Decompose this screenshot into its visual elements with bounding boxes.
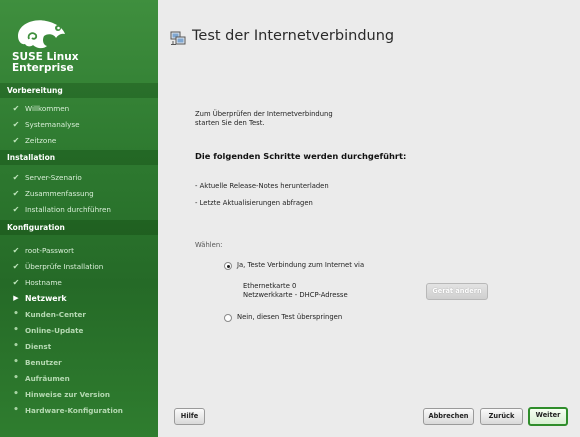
sidebar-step-hostname: ✔ Hostname [0,275,158,290]
next-button[interactable]: Weiter [528,407,568,426]
checkmark-icon: ✔ [12,189,20,198]
sidebar-step-hardware-konfiguration: • Hardware-Konfiguration [0,403,158,418]
back-button-label: Zurück [488,412,515,420]
sidebar-step-label: Hardware-Konfiguration [25,406,123,415]
sidebar-step-server-szenario: ✔ Server-Szenario [0,170,158,185]
sidebar-section-installation: Installation [0,150,158,165]
steps-heading: Die folgenden Schritte werden durchgefüh… [195,151,407,161]
sidebar-step-dienst: • Dienst [0,339,158,354]
sidebar-step-label: Netzwerk [25,294,67,303]
choose-label: Wählen: [195,241,223,249]
sidebar-step-willkommen: ✔ Willkommen [0,101,158,116]
sidebar-section-konfiguration: Konfiguration [0,220,158,235]
dialog-content: Test der Internetverbindung Zum Überprüf… [158,0,580,437]
bullet-icon: • [13,405,19,415]
bullet-icon: • [13,357,19,367]
help-button[interactable]: Hilfe [174,408,205,425]
sidebar-step-kunden-center: • Kunden-Center [0,307,158,322]
sidebar-step-systemanalyse: ✔ Systemanalyse [0,117,158,132]
sidebar-step-label: Online-Update [25,326,84,335]
back-button[interactable]: Zurück [480,408,523,425]
step-release-notes: - Aktuelle Release-Notes herunterladen [195,182,329,190]
sidebar-step-ueberpruefe-installation: ✔ Überprüfe Installation [0,259,158,274]
sidebar-step-label: Überprüfe Installation [25,262,104,271]
bullet-icon: • [13,325,19,335]
sidebar-step-label: Aufräumen [25,374,70,383]
sidebar-step-aufraeumen: • Aufräumen [0,371,158,386]
wizard-sidebar: SUSE Linux Enterprise Vorbereitung ✔ Wil… [0,0,158,437]
option-no-label: Nein, diesen Test überspringen [237,313,343,321]
bullet-icon: • [13,309,19,319]
sidebar-step-benutzer: • Benutzer [0,355,158,370]
option-yes-label: Ja, Teste Verbindung zum Internet via [237,261,365,269]
device-description: Netzwerkkarte - DHCP-Adresse [243,291,348,299]
intro-text-line-1: Zum Überprüfen der Internetverbindung [195,110,333,118]
option-skip-test[interactable]: Nein, diesen Test überspringen [224,313,424,325]
intro-text-line-2: starten Sie den Test. [195,119,265,127]
sidebar-step-installation-durchfuehren: ✔ Installation durchführen [0,202,158,217]
change-device-button[interactable]: Gerät ändern [426,283,488,300]
sidebar-step-root-passwort: ✔ root-Passwort [0,243,158,258]
suse-chameleon-logo [18,20,65,49]
device-name: Ethernetkarte 0 [243,282,297,290]
sidebar-step-label: Willkommen [25,104,70,113]
sidebar-step-label: Dienst [25,342,52,351]
sidebar-step-label: Zeitzone [25,136,57,145]
checkmark-icon: ✔ [12,205,20,214]
change-device-label: Gerät ändern [432,287,482,295]
sidebar-step-label: Kunden-Center [25,310,86,319]
sidebar-step-label: Server-Szenario [25,173,82,182]
step-updates: - Letzte Aktualisierungen abfragen [195,199,313,207]
sidebar-step-online-update: • Online-Update [0,323,158,338]
checkmark-icon: ✔ [12,104,20,113]
sidebar-step-label: Benutzer [25,358,62,367]
sidebar-step-label: Systemanalyse [25,120,80,129]
next-button-label: Weiter [535,411,561,419]
checkmark-icon: ✔ [12,278,20,287]
sidebar-step-netzwerk: ▶ Netzwerk [0,291,158,306]
checkmark-icon: ✔ [12,246,20,255]
sidebar-step-zusammenfassung: ✔ Zusammenfassung [0,186,158,201]
sidebar-step-label: root-Passwort [25,246,74,255]
bullet-icon: • [13,341,19,351]
sidebar-step-zeitzone: ✔ Zeitzone [0,133,158,148]
option-test-connection[interactable]: Ja, Teste Verbindung zum Internet via [224,261,424,273]
sidebar-step-label: Hostname [25,278,62,287]
sidebar-step-label: Zusammenfassung [25,189,94,198]
checkmark-icon: ✔ [12,136,20,145]
bullet-icon: • [13,373,19,383]
checkmark-icon: ✔ [12,120,20,129]
radio-button-unselected[interactable] [224,314,232,322]
bullet-icon: • [13,389,19,399]
radio-button-selected[interactable] [224,262,232,270]
checkmark-icon: ✔ [12,262,20,271]
checkmark-icon: ✔ [12,173,20,182]
abort-button-label: Abbrechen [428,412,469,420]
sidebar-step-label: Hinweise zur Version [25,390,110,399]
dialog-title: Test der Internetverbindung [192,28,395,44]
abort-button[interactable]: Abbrechen [423,408,474,425]
brand-line-2: Enterprise [12,62,74,74]
sidebar-section-vorbereitung: Vorbereitung [0,83,158,98]
network-connection-icon [170,31,186,45]
arrow-right-icon: ▶ [13,294,19,302]
sidebar-step-hinweise-zur-version: • Hinweise zur Version [0,387,158,402]
brand-text: SUSE Linux Enterprise [12,52,79,74]
help-button-label: Hilfe [180,412,199,420]
sidebar-step-label: Installation durchführen [25,205,111,214]
